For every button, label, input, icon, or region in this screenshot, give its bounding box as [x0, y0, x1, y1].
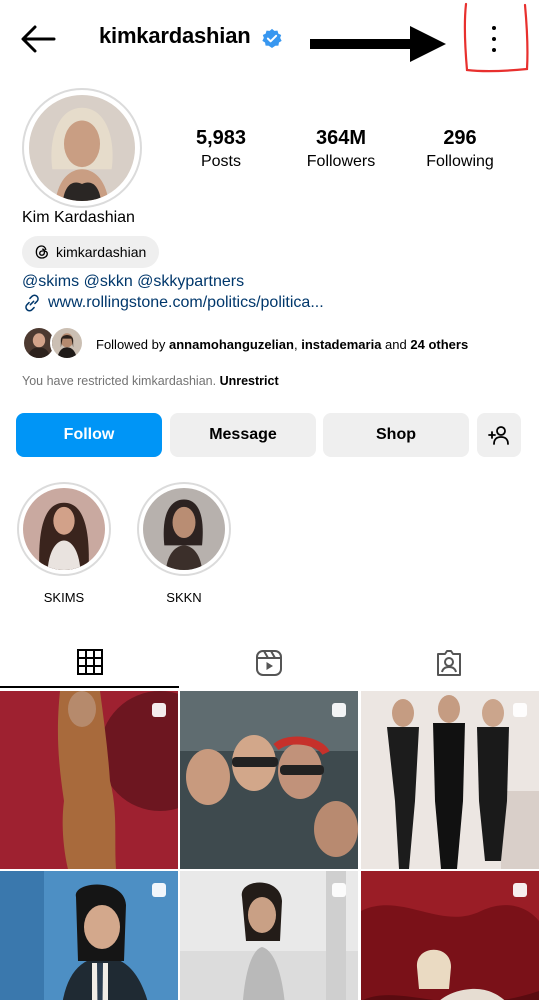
followers-label: Followers	[306, 153, 376, 170]
followers-count: 364M	[315, 127, 367, 149]
reels-icon	[255, 650, 282, 676]
add-user-button[interactable]	[477, 413, 521, 457]
followed-by[interactable]: Followed by annamohanguzelian, instadema…	[22, 326, 468, 362]
message-button[interactable]: Message	[170, 413, 316, 457]
restricted-notice: You have restricted kimkardashian. Unres…	[22, 374, 279, 388]
bio-link[interactable]: www.rollingstone.com/politics/politica..…	[22, 293, 324, 313]
carousel-icon	[513, 883, 527, 897]
tab-tagged[interactable]	[359, 638, 538, 688]
follow-button[interactable]: Follow	[16, 413, 162, 457]
annotation-arrow	[310, 26, 446, 62]
threads-badge[interactable]: kimkardashian	[22, 236, 160, 268]
profile-avatar[interactable]	[22, 88, 142, 208]
profile-full-name: Kim Kardashian	[22, 209, 135, 226]
post-thumbnail[interactable]	[180, 691, 358, 869]
post-thumbnail[interactable]	[180, 871, 358, 1000]
profile-header: kimkardashian	[0, 0, 539, 80]
back-arrow-icon[interactable]	[20, 24, 56, 54]
post-thumbnail[interactable]	[0, 871, 178, 1000]
posts-count: 5,983	[195, 127, 247, 149]
bio-mentions[interactable]: @skims @skkn @skkypartners	[22, 273, 244, 291]
threads-handle: kimkardashian	[56, 244, 147, 260]
carousel-icon	[513, 703, 527, 717]
stat-followers[interactable]: 364M Followers	[286, 126, 396, 171]
tagged-icon	[436, 650, 461, 676]
mutual-others: 24 others	[410, 336, 469, 352]
posts-label: Posts	[200, 153, 241, 170]
threads-icon	[35, 245, 48, 259]
tab-reels[interactable]	[179, 638, 358, 688]
bio-link-text: www.rollingstone.com/politics/politica..…	[48, 294, 324, 311]
stat-posts[interactable]: 5,983 Posts	[166, 126, 276, 171]
avatar	[50, 326, 84, 360]
highlight-label: SKKN	[166, 590, 202, 605]
mutual-user-2: instademaria	[301, 336, 382, 352]
highlight-skims[interactable]: SKIMS	[16, 482, 112, 605]
link-icon	[25, 294, 39, 312]
carousel-icon	[152, 883, 166, 897]
carousel-icon	[152, 703, 166, 717]
annotation-highlight-box	[463, 2, 529, 73]
tab-posts-grid[interactable]	[0, 638, 179, 688]
post-thumbnail[interactable]	[0, 691, 178, 869]
following-label: Following	[426, 153, 494, 170]
unrestrict-link[interactable]: Unrestrict	[220, 374, 279, 388]
stat-following[interactable]: 296 Following	[405, 126, 515, 171]
highlight-skkn[interactable]: SKKN	[136, 482, 232, 605]
shop-button[interactable]: Shop	[323, 413, 469, 457]
post-thumbnail[interactable]	[361, 871, 539, 1000]
post-thumbnail[interactable]	[361, 691, 539, 869]
verified-badge-icon	[262, 28, 282, 48]
carousel-icon	[332, 703, 346, 717]
following-count: 296	[443, 127, 477, 149]
followed-by-text: Followed by annamohanguzelian, instadema…	[96, 336, 469, 352]
carousel-icon	[332, 883, 346, 897]
highlight-label: SKIMS	[43, 590, 85, 605]
profile-username: kimkardashian	[99, 23, 251, 48]
grid-icon	[76, 649, 103, 675]
add-user-icon	[488, 426, 509, 445]
restricted-text: You have restricted kimkardashian.	[22, 374, 217, 388]
mutual-user-1: annamohanguzelian	[169, 336, 294, 352]
mutual-follower-avatars	[22, 326, 84, 362]
